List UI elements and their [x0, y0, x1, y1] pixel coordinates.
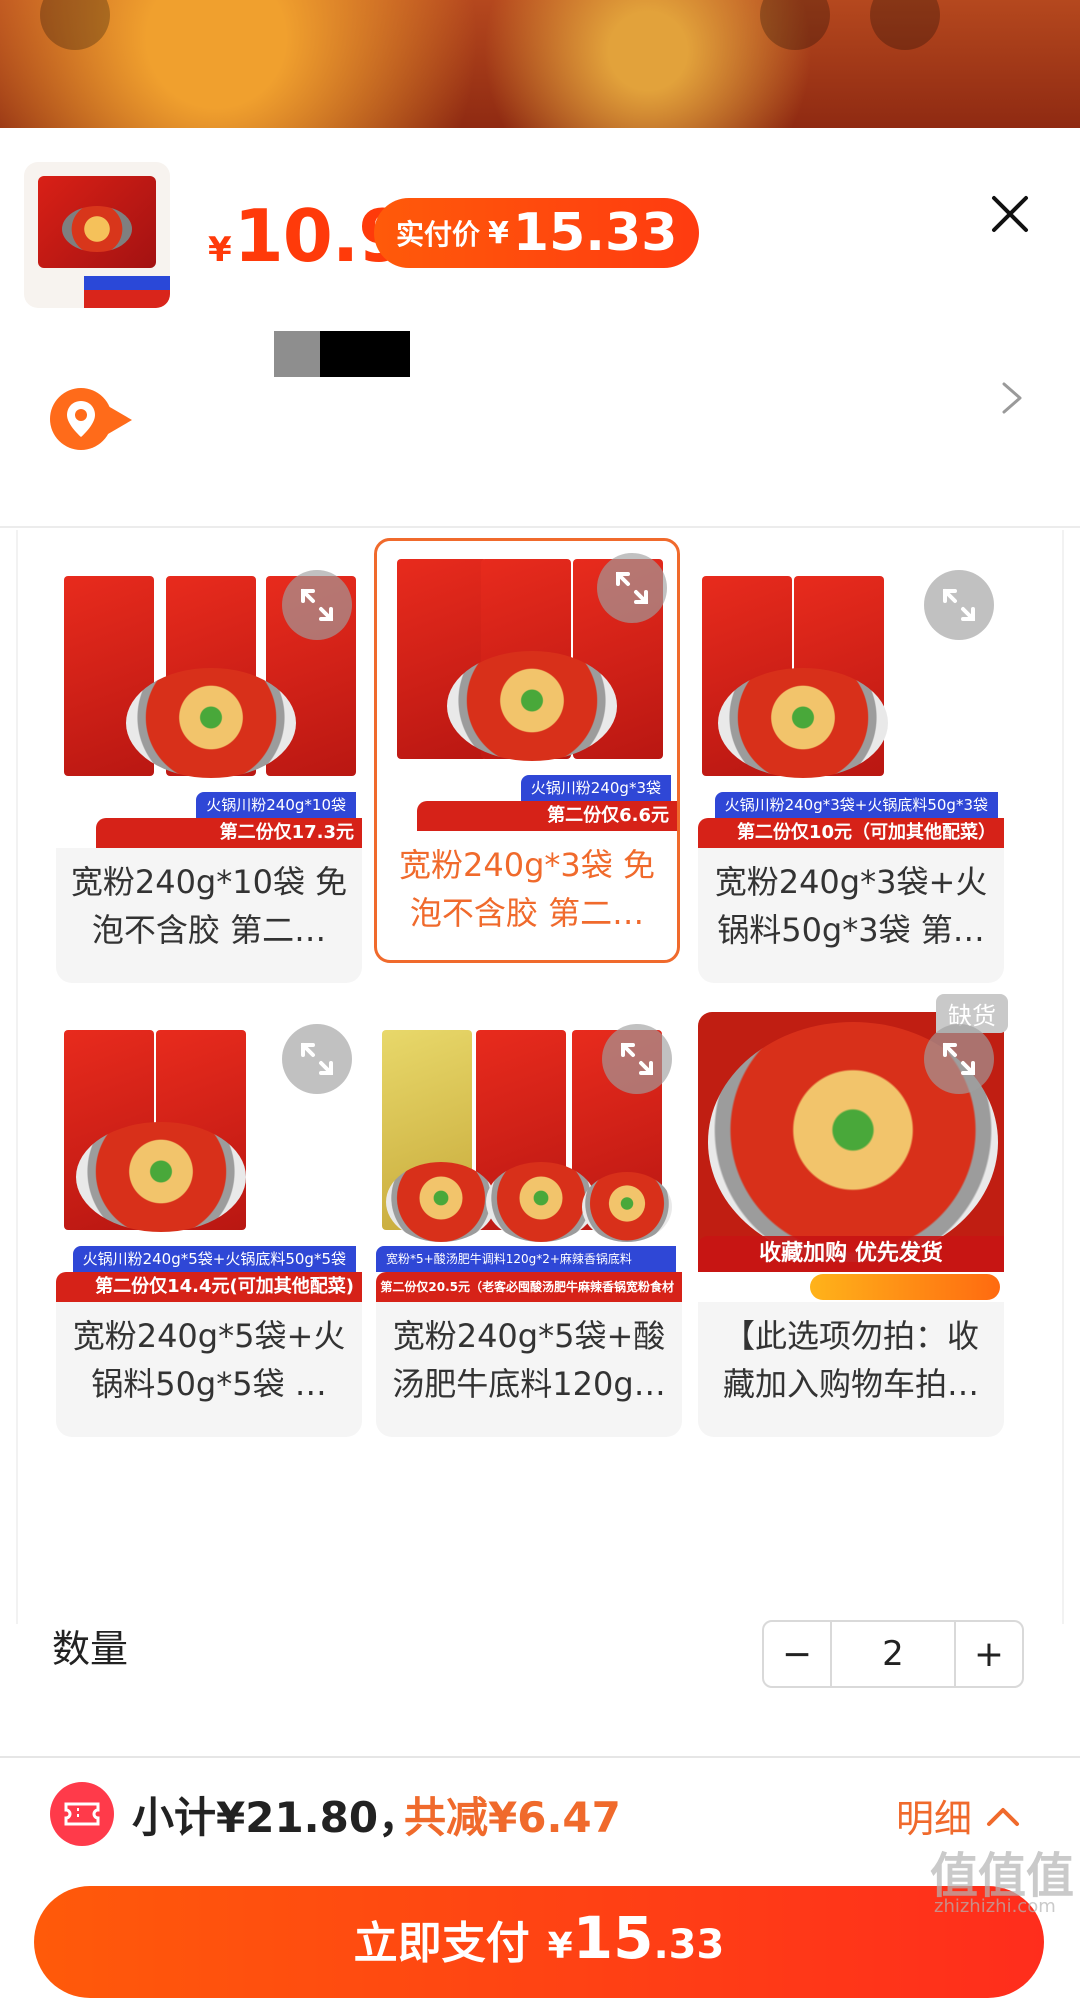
- sku-option-label: 宽粉240g*3袋+火锅料50g*3袋 第…: [714, 863, 988, 949]
- sku-option[interactable]: 宽粉*5+酸汤肥牛调料120g*2+麻辣香锅底料100g*3 第二份仅20.5元…: [376, 1012, 682, 1437]
- sku-option-tag: 火锅川粉240g*5袋+火锅底料50g*5袋: [72, 1246, 356, 1272]
- expand-icon: [943, 589, 975, 621]
- redacted-address-block: [274, 331, 320, 377]
- sku-options-grid: 火锅川粉240g*10袋 第二份仅17.3元 宽粉240g*10袋 免泡不含胶 …: [16, 530, 1064, 1624]
- location-pin-icon: [50, 388, 132, 450]
- selected-product-thumbnail: [24, 162, 170, 308]
- actual-pay-currency: ¥: [488, 215, 509, 251]
- price-detail-toggle[interactable]: 明细: [896, 1788, 1020, 1843]
- sku-selector-sheet: ¥ 10.9 实付价 ¥ 15.33 火锅川粉240g*10袋 第二份仅17.3…: [0, 128, 1080, 1998]
- expand-image-button[interactable]: [602, 1024, 672, 1094]
- close-icon: [992, 196, 1028, 232]
- expand-image-button[interactable]: [282, 1024, 352, 1094]
- price-currency: ¥: [208, 230, 232, 270]
- sku-option-tag: 火锅川粉240g*10袋: [196, 792, 356, 818]
- sku-option[interactable]: 火锅川粉240g*5袋+火锅底料50g*5袋 第二份仅14.4元(可加其他配菜)…: [56, 1012, 362, 1437]
- sku-option-label: 【此选项勿拍：收藏加入购物车拍…: [722, 1317, 979, 1403]
- sku-option-label: 宽粉240g*5袋+酸汤肥牛底料120g…: [392, 1317, 666, 1403]
- sku-option-promo: 第二份仅17.3元: [96, 818, 362, 848]
- sku-option-label: 宽粉240g*5袋+火锅料50g*5袋 …: [72, 1317, 346, 1403]
- discount-total-text: 共减¥6.47: [404, 1793, 621, 1842]
- sku-option-label: 宽粉240g*10袋 免泡不含胶 第二…: [70, 863, 348, 949]
- actual-pay-label: 实付价: [396, 218, 481, 251]
- sku-option-selected[interactable]: 火锅川粉240g*3袋 第二份仅6.6元 宽粉240g*3袋 免泡不含胶 第二…: [374, 538, 680, 963]
- coupon-icon: [50, 1782, 114, 1846]
- watermark-url: zhizhizhi.com: [934, 1896, 1056, 1917]
- divider: [0, 1756, 1080, 1758]
- sku-option[interactable]: 火锅川粉240g*10袋 第二份仅17.3元 宽粉240g*10袋 免泡不含胶 …: [56, 558, 362, 983]
- quantity-label: 数量: [52, 1627, 129, 1671]
- sku-option-tag: 宽粉*5+酸汤肥牛调料120g*2+麻辣香锅底料100g*3: [376, 1246, 676, 1292]
- increment-button[interactable]: +: [956, 1622, 1022, 1686]
- pay-now-amount-int: 15: [572, 1904, 654, 1972]
- expand-icon: [301, 589, 333, 621]
- expand-image-button[interactable]: [924, 570, 994, 640]
- redacted-address-block: [320, 331, 410, 377]
- sku-option-label: 宽粉240g*3袋 免泡不含胶 第二…: [399, 846, 655, 932]
- expand-icon: [616, 572, 648, 604]
- sku-option-banner: 收藏加购 优先发货: [698, 1236, 1004, 1272]
- chevron-up-icon: [987, 1807, 1020, 1826]
- cart-button-ghost: [870, 0, 940, 50]
- pay-now-button[interactable]: 立即支付 ¥ 15 .33: [34, 1886, 1044, 1998]
- expand-image-button[interactable]: [924, 1024, 994, 1094]
- expand-image-button[interactable]: [597, 553, 667, 623]
- expand-icon: [301, 1043, 333, 1075]
- divider: [0, 526, 1080, 528]
- quantity-value[interactable]: 2: [830, 1622, 956, 1686]
- sku-option-promo: 第二份仅6.6元: [417, 801, 677, 831]
- expand-image-button[interactable]: [282, 570, 352, 640]
- pay-now-label: 立即支付: [353, 1918, 530, 1969]
- expand-icon: [621, 1043, 653, 1075]
- actual-pay-amount: 15.33: [512, 203, 678, 263]
- close-button[interactable]: [980, 184, 1040, 244]
- actual-pay-badge: 实付价 ¥ 15.33: [374, 198, 700, 268]
- sku-option-promo: 第二份仅14.4元(可加其他配菜): [56, 1272, 362, 1302]
- chevron-right-icon: [1002, 382, 1022, 414]
- address-row[interactable]: [0, 340, 1080, 516]
- share-button-ghost: [760, 0, 830, 50]
- sku-option-promo: 第二份仅20.5元（老客必囤酸汤肥牛麻辣香锅宽粉食材: [376, 1272, 682, 1302]
- quantity-stepper: − 2 +: [762, 1620, 1024, 1688]
- expand-icon: [943, 1043, 975, 1075]
- product-banner-image: [0, 0, 1080, 128]
- subtotal-text: 小计¥21.80，: [132, 1793, 421, 1842]
- sku-option[interactable]: 火锅川粉240g*3袋+火锅底料50g*3袋 第二份仅10元（可加其他配菜） 宽…: [698, 558, 1004, 983]
- pay-now-amount-dec: .33: [653, 1922, 725, 1968]
- sku-option-out-of-stock[interactable]: 收藏加购 优先发货 缺货 【此选项勿拍：收藏加入购物车拍…: [698, 994, 1008, 1437]
- decrement-button[interactable]: −: [764, 1622, 830, 1686]
- sku-option-tag: 火锅川粉240g*3袋: [520, 775, 671, 801]
- sku-option-promo: 第二份仅10元（可加其他配菜）: [698, 818, 1004, 848]
- price-detail-label: 明细: [896, 1797, 973, 1841]
- pay-now-currency: ¥: [547, 1926, 573, 1967]
- back-button-ghost: [40, 0, 110, 50]
- sku-option-tag: 火锅川粉240g*3袋+火锅底料50g*3袋: [714, 792, 998, 818]
